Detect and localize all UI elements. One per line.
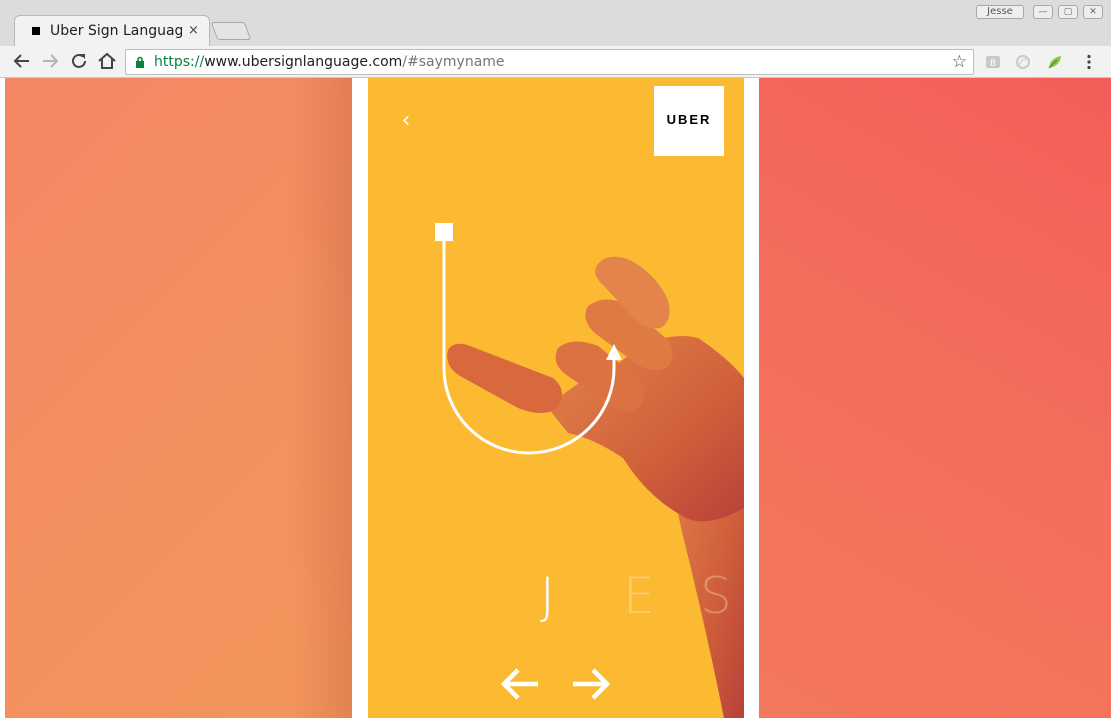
new-tab-button[interactable] xyxy=(210,22,252,40)
uber-logo[interactable]: UBER xyxy=(654,86,724,156)
browser-tab[interactable]: Uber Sign Language × xyxy=(14,15,210,47)
tab-close-button[interactable]: × xyxy=(188,22,199,40)
close-window-button[interactable]: ✕ xyxy=(1083,5,1103,19)
name-letter-s: S xyxy=(700,567,732,625)
left-panel-shadow xyxy=(292,78,352,718)
forward-arrow-icon[interactable] xyxy=(39,50,61,72)
home-icon[interactable] xyxy=(96,50,118,72)
reload-icon[interactable] xyxy=(68,50,90,72)
url-host: www.ubersignlanguage.com xyxy=(204,54,403,70)
url-path: /#saymyname xyxy=(402,54,505,70)
extension-swirl-icon[interactable] xyxy=(1014,53,1032,71)
lock-icon xyxy=(136,56,144,68)
extension-b-icon[interactable]: B xyxy=(984,53,1002,71)
favicon-icon xyxy=(32,27,40,35)
logo-text: UBER xyxy=(666,112,712,127)
name-letter-j: J xyxy=(540,567,555,625)
back-chevron-button[interactable]: ‹ xyxy=(396,106,416,136)
web-content: ‹ UBER J E S xyxy=(5,78,1111,718)
left-background-panel xyxy=(5,78,352,718)
extension-leaf-icon[interactable] xyxy=(1046,53,1064,71)
address-bar[interactable]: https://www.ubersignlanguage.com/#saymyn… xyxy=(125,49,974,75)
left-arrow-icon[interactable] xyxy=(496,660,544,708)
name-letter-e: E xyxy=(623,567,655,625)
hand-sign-illustration xyxy=(435,223,744,718)
bookmark-star-icon[interactable]: ☆ xyxy=(952,52,967,72)
url-text: https://www.ubersignlanguage.com/#saymyn… xyxy=(154,54,505,71)
maximize-button[interactable]: ▢ xyxy=(1058,5,1078,19)
tab-title: Uber Sign Language xyxy=(50,23,182,39)
sign-card: ‹ UBER J E S xyxy=(368,78,744,718)
svg-text:B: B xyxy=(990,59,996,69)
minimize-button[interactable]: — xyxy=(1033,5,1053,19)
right-arrow-icon[interactable] xyxy=(567,660,615,708)
url-protocol: https:// xyxy=(154,54,205,70)
browser-titlebar: Uber Sign Language × Jesse — ▢ ✕ xyxy=(0,0,1111,47)
profile-button[interactable]: Jesse xyxy=(976,5,1024,19)
menu-kebab-icon[interactable] xyxy=(1080,53,1098,71)
right-background-panel xyxy=(759,78,1111,718)
back-arrow-icon[interactable] xyxy=(11,50,33,72)
browser-toolbar: https://www.ubersignlanguage.com/#saymyn… xyxy=(0,46,1111,78)
